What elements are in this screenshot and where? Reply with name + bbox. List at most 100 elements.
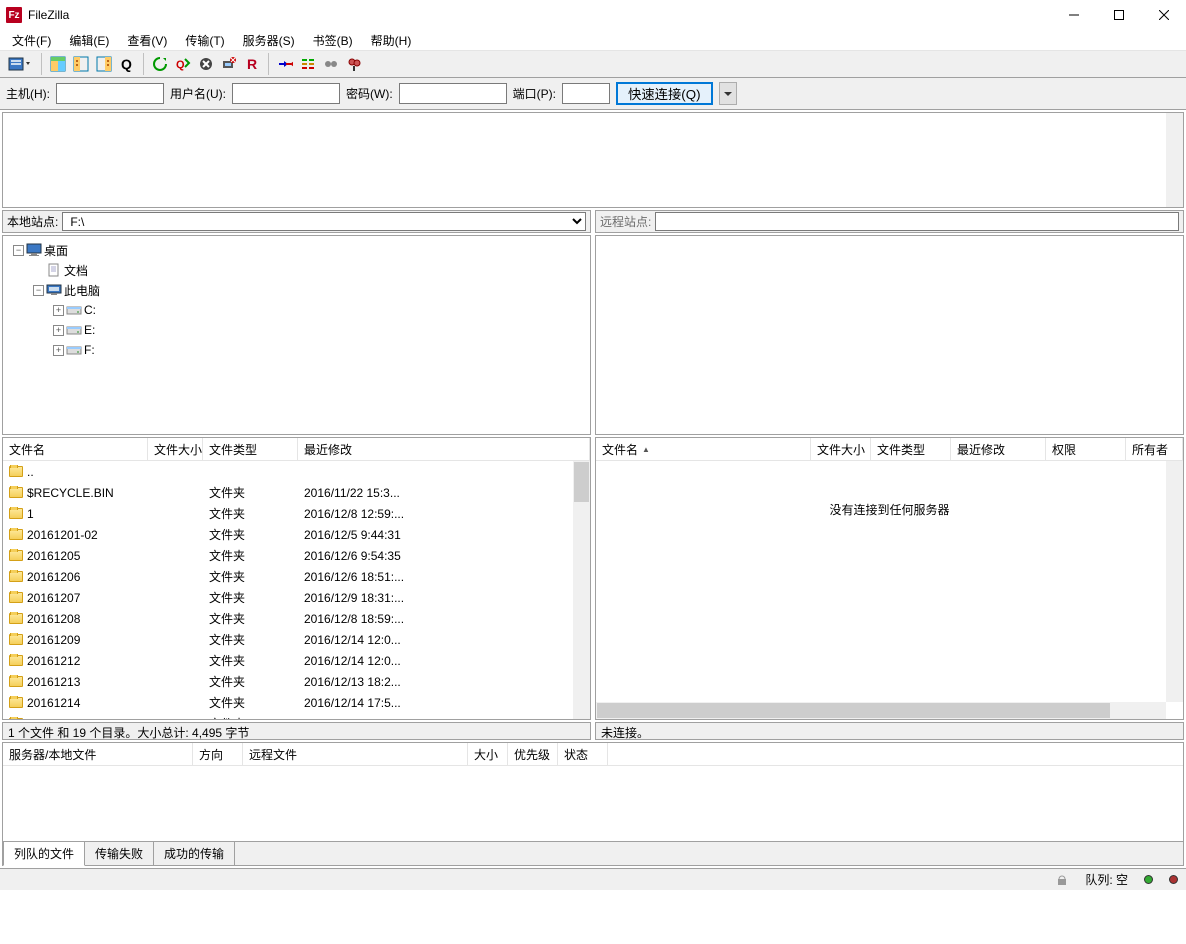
file-type: 文件夹 [203, 505, 298, 522]
list-item[interactable]: 20161207文件夹2016/12/9 18:31:... [3, 587, 590, 608]
close-button[interactable] [1141, 0, 1186, 30]
pass-label: 密码(W): [346, 85, 393, 102]
expand-icon[interactable]: − [33, 285, 44, 296]
remote-list-header[interactable]: 文件名▲ 文件大小 文件类型 最近修改 权限 所有者 [596, 438, 1183, 461]
scrollbar[interactable] [596, 702, 1166, 719]
col-direction[interactable]: 方向 [193, 743, 243, 765]
compare-icon[interactable] [297, 53, 319, 75]
host-input[interactable] [56, 83, 164, 104]
menu-view[interactable]: 查看(V) [119, 30, 175, 51]
tab-success[interactable]: 成功的传输 [153, 841, 235, 865]
filter-icon[interactable] [274, 53, 296, 75]
col-priority[interactable]: 优先级 [508, 743, 558, 765]
file-type: 文件夹 [203, 652, 298, 669]
cancel-icon[interactable] [195, 53, 217, 75]
col-modified[interactable]: 最近修改 [298, 438, 590, 460]
col-name[interactable]: 文件名▲ [596, 438, 811, 460]
file-modified: 2016/12/9 18:31:... [298, 591, 590, 605]
list-item[interactable]: 20161201-02文件夹2016/12/5 9:44:31 [3, 524, 590, 545]
remote-file-list[interactable]: 文件名▲ 文件大小 文件类型 最近修改 权限 所有者 没有连接到任何服务器 [595, 437, 1184, 720]
tab-failed[interactable]: 传输失败 [84, 841, 154, 865]
col-size[interactable]: 大小 [468, 743, 508, 765]
site-manager-icon[interactable] [4, 53, 36, 75]
toggle-log-icon[interactable] [47, 53, 69, 75]
col-name[interactable]: 文件名 [3, 438, 148, 460]
col-size[interactable]: 文件大小 [811, 438, 871, 460]
menu-transfer[interactable]: 传输(T) [177, 30, 232, 51]
col-owner[interactable]: 所有者 [1126, 438, 1183, 460]
menu-help[interactable]: 帮助(H) [363, 30, 420, 51]
list-item[interactable]: .. [3, 461, 590, 482]
tree-node[interactable]: −桌面 [5, 240, 588, 260]
queue-header[interactable]: 服务器/本地文件 方向 远程文件 大小 优先级 状态 [3, 743, 1183, 766]
col-status[interactable]: 状态 [558, 743, 608, 765]
toggle-queue-icon[interactable]: Q [116, 53, 138, 75]
list-item[interactable]: 20161209文件夹2016/12/14 12:0... [3, 629, 590, 650]
col-modified[interactable]: 最近修改 [951, 438, 1046, 460]
message-log[interactable] [2, 112, 1184, 208]
expand-icon[interactable]: − [13, 245, 24, 256]
tab-queued[interactable]: 列队的文件 [3, 841, 85, 866]
tree-label: 此电脑 [64, 282, 100, 299]
list-item[interactable]: 20161215文件夹2016/12/15 18:4... [3, 713, 590, 719]
expand-icon[interactable]: + [53, 305, 64, 316]
scrollbar[interactable] [573, 461, 590, 719]
menu-bookmarks[interactable]: 书签(B) [305, 30, 361, 51]
local-site-select[interactable]: F:\ [62, 212, 586, 231]
scrollbar[interactable] [1166, 113, 1183, 207]
local-file-list[interactable]: 文件名 文件大小 文件类型 最近修改 ..$RECYCLE.BIN文件夹2016… [2, 437, 591, 720]
col-size[interactable]: 文件大小 [148, 438, 203, 460]
list-item[interactable]: 20161213文件夹2016/12/13 18:2... [3, 671, 590, 692]
menu-edit[interactable]: 编辑(E) [61, 30, 117, 51]
list-item[interactable]: 20161206文件夹2016/12/6 18:51:... [3, 566, 590, 587]
scrollbar[interactable] [1166, 461, 1183, 702]
col-permissions[interactable]: 权限 [1046, 438, 1126, 460]
transfer-queue[interactable]: 服务器/本地文件 方向 远程文件 大小 优先级 状态 [2, 742, 1184, 842]
expand-icon[interactable]: + [53, 325, 64, 336]
pass-input[interactable] [399, 83, 507, 104]
quickconnect-dropdown[interactable] [719, 82, 737, 105]
list-item[interactable]: 1文件夹2016/12/8 12:59:... [3, 503, 590, 524]
list-item[interactable]: 20161205文件夹2016/12/6 9:54:35 [3, 545, 590, 566]
user-input[interactable] [232, 83, 340, 104]
port-input[interactable] [562, 83, 610, 104]
tree-label: F: [84, 343, 95, 357]
col-type[interactable]: 文件类型 [203, 438, 298, 460]
expand-icon[interactable]: + [53, 345, 64, 356]
search-icon[interactable] [343, 53, 365, 75]
quickconnect-button[interactable]: 快速连接(Q) [616, 82, 713, 105]
file-name: 20161208 [27, 612, 80, 626]
tree-node[interactable]: + F: [5, 340, 588, 360]
tree-node[interactable]: − 此电脑 [5, 280, 588, 300]
expand-icon[interactable] [33, 265, 44, 276]
local-tree[interactable]: −桌面文档−此电脑+C:+E:+F: [2, 235, 591, 435]
pc-icon [46, 283, 62, 297]
local-list-header[interactable]: 文件名 文件大小 文件类型 最近修改 [3, 438, 590, 461]
col-remote-file[interactable]: 远程文件 [243, 743, 468, 765]
file-name: 20161201-02 [27, 528, 98, 542]
maximize-button[interactable] [1096, 0, 1141, 30]
tree-node[interactable]: +C: [5, 300, 588, 320]
toggle-local-tree-icon[interactable] [70, 53, 92, 75]
refresh-icon[interactable] [149, 53, 171, 75]
reconnect-icon[interactable]: R [241, 53, 263, 75]
toggle-remote-tree-icon[interactable] [93, 53, 115, 75]
remote-tree[interactable] [595, 235, 1184, 435]
tree-node[interactable]: 文档 [5, 260, 588, 280]
process-queue-icon[interactable]: Q [172, 53, 194, 75]
remote-pane: 远程站点: 文件名▲ 文件大小 文件类型 最近修改 权限 所有者 没有连接到任何… [595, 210, 1184, 740]
list-item[interactable]: $RECYCLE.BIN文件夹2016/11/22 15:3... [3, 482, 590, 503]
remote-site-select[interactable] [655, 212, 1179, 231]
sync-browse-icon[interactable] [320, 53, 342, 75]
list-item[interactable]: 20161208文件夹2016/12/8 18:59:... [3, 608, 590, 629]
list-item[interactable]: 20161212文件夹2016/12/14 12:0... [3, 650, 590, 671]
col-type[interactable]: 文件类型 [871, 438, 951, 460]
minimize-button[interactable] [1051, 0, 1096, 30]
file-type: 文件夹 [203, 589, 298, 606]
disconnect-icon[interactable] [218, 53, 240, 75]
tree-node[interactable]: +E: [5, 320, 588, 340]
list-item[interactable]: 20161214文件夹2016/12/14 17:5... [3, 692, 590, 713]
menu-file[interactable]: 文件(F) [4, 30, 59, 51]
col-server-local[interactable]: 服务器/本地文件 [3, 743, 193, 765]
menu-server[interactable]: 服务器(S) [235, 30, 303, 51]
